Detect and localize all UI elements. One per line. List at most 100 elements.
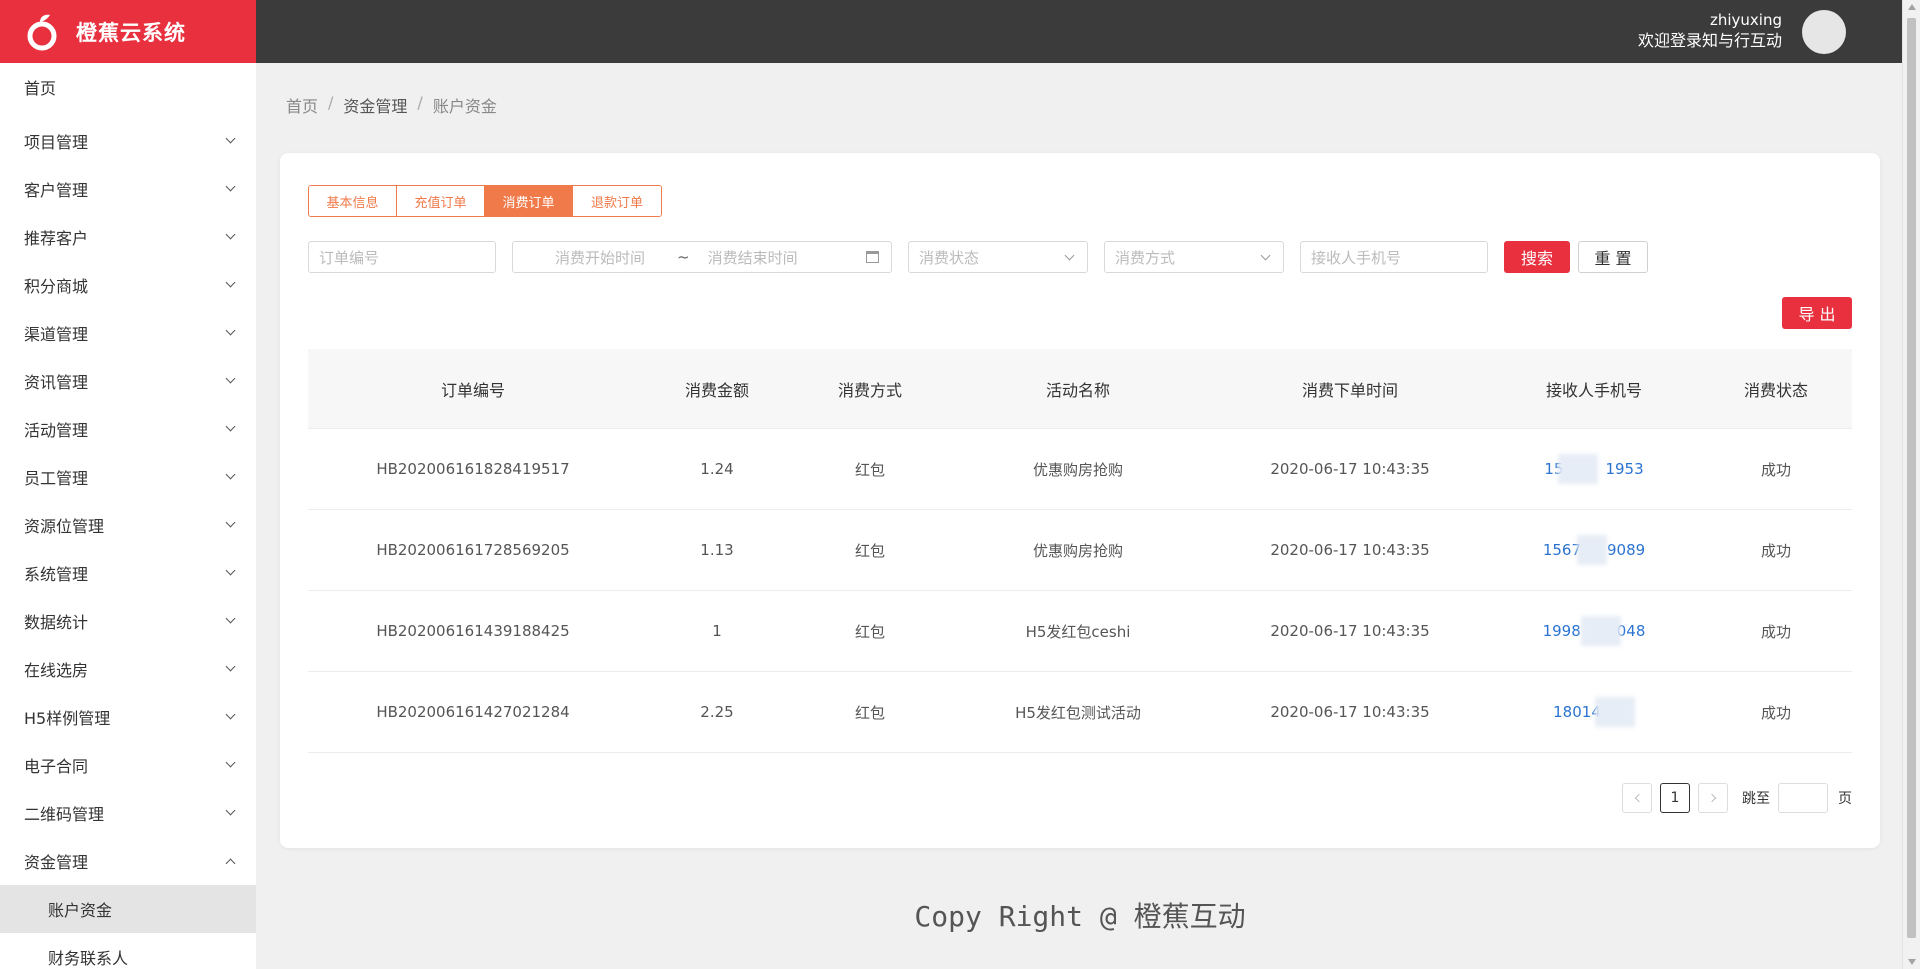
breadcrumb: 首页 / 资金管理 / 账户资金 [286,93,497,117]
time-cell: 2020-06-17 10:43:35 [1270,703,1430,721]
sidebar-item-h5-sample[interactable]: H5样例管理 [0,693,256,741]
chevron-down-icon [225,565,236,575]
method-cell: 红包 [854,622,885,641]
method-placeholder: 消费方式 [1115,248,1176,267]
sidebar-item-qrcode[interactable]: 二维码管理 [0,789,256,837]
tab-consumption-orders[interactable]: 消费订单 [485,186,573,216]
status-select[interactable]: 消费状态 [908,241,1088,273]
logo-icon [26,13,60,51]
welcome-text: 欢迎登录知与行互动 [1637,31,1782,50]
sidebar-item-label: 客户管理 [24,181,89,200]
phone-cell: 1567 9089 [1488,535,1700,565]
page-scrollbar[interactable] [1902,0,1920,969]
start-time-placeholder: 消费开始时间 [555,248,646,267]
redaction-blur [1595,697,1636,727]
order-no-input[interactable]: 订单编号 [308,241,496,273]
sidebar-item-label: 员工管理 [24,469,89,488]
sidebar-item-label: 二维码管理 [24,805,105,824]
search-button[interactable]: 搜索 [1504,241,1570,273]
footer-copyright: Copy Right @ 橙蕉互动 [914,900,1246,933]
phone-link[interactable]: 18014 [1553,697,1636,727]
date-range-picker[interactable]: 消费开始时间 ~ 消费结束时间 [512,241,892,273]
column-header: 接收人手机号 [1545,380,1642,400]
sidebar-item-channel[interactable]: 渠道管理 [0,309,256,357]
column-header: 消费金额 [684,380,749,400]
redaction-blur [1580,616,1621,646]
chevron-down-icon [225,229,236,239]
activity-cell: H5发红包测试活动 [1015,703,1141,722]
sidebar-item-system[interactable]: 系统管理 [0,549,256,597]
sidebar-subitem-finance-contact[interactable]: 财务联系人 [0,933,256,969]
chevron-down-icon [225,133,236,143]
sidebar-item-funds[interactable]: 资金管理 [0,837,256,885]
export-button[interactable]: 导 出 [1782,297,1852,329]
column-header: 消费下单时间 [1301,380,1398,400]
table-row: HB202006161828419517 1.24 红包 优惠购房抢购 2020… [308,429,1852,510]
scroll-thumb[interactable] [1907,18,1916,938]
amount-cell: 1.24 [700,460,734,478]
status-cell: 成功 [1760,541,1791,560]
sidebar-item-label: 在线选房 [24,661,89,680]
chevron-down-icon [225,277,236,287]
sidebar-item-activity[interactable]: 活动管理 [0,405,256,453]
tab-refund-orders[interactable]: 退款订单 [573,186,661,216]
jump-page-input[interactable] [1778,783,1828,813]
breadcrumb-separator: / [417,93,423,112]
sidebar-item-points-mall[interactable]: 积分商城 [0,261,256,309]
sidebar-item-statistics[interactable]: 数据统计 [0,597,256,645]
chevron-down-icon [225,757,236,767]
sidebar-item-online-house[interactable]: 在线选房 [0,645,256,693]
top-bar: zhiyuxing 欢迎登录知与行互动 [256,0,1902,63]
column-header: 订单编号 [440,380,505,400]
chevron-down-icon [225,661,236,671]
tab-recharge-orders[interactable]: 充值订单 [397,186,485,216]
pagination: 1 跳至 页 [1622,783,1852,813]
tab-basic-info[interactable]: 基本信息 [309,186,397,216]
sidebar-item-staff[interactable]: 员工管理 [0,453,256,501]
sidebar-item-resource[interactable]: 资源位管理 [0,501,256,549]
sidebar-item-contract[interactable]: 电子合同 [0,741,256,789]
chevron-right-icon [1707,793,1716,803]
prev-page-button[interactable] [1622,783,1652,813]
sidebar-item-home[interactable]: 首页 [0,63,256,111]
chevron-down-icon [225,613,236,623]
phone-suffix: 9089 [1607,541,1646,559]
sidebar-subitem-label: 账户资金 [48,901,113,920]
sidebar-item-project[interactable]: 项目管理 [0,117,256,165]
range-separator: ~ [677,248,690,266]
sidebar-item-label: H5样例管理 [24,709,111,728]
breadcrumb-home[interactable]: 首页 [286,93,318,117]
sidebar-item-referral[interactable]: 推荐客户 [0,213,256,261]
sidebar-item-label: 资金管理 [24,853,89,872]
breadcrumb-section[interactable]: 资金管理 [343,93,407,117]
next-page-button[interactable] [1698,783,1728,813]
phone-link[interactable]: 1567 9089 [1543,535,1646,565]
sidebar-subitem-account-funds[interactable]: 账户资金 [0,885,256,933]
order-tabs: 基本信息 充值订单 消费订单 退款订单 [308,185,662,217]
scroll-up-icon[interactable] [1908,4,1916,10]
phone-input[interactable]: 接收人手机号 [1300,241,1488,273]
scroll-down-icon[interactable] [1908,959,1916,965]
sidebar-item-label: 资讯管理 [24,373,89,392]
sidebar-item-label: 积分商城 [24,277,89,296]
sidebar-item-news[interactable]: 资讯管理 [0,357,256,405]
phone-link[interactable]: 1998 048 [1543,616,1645,646]
filter-bar: 订单编号 消费开始时间 ~ 消费结束时间 消费状态 消费方式 接收人手机号 搜索… [308,241,1648,273]
method-select[interactable]: 消费方式 [1104,241,1284,273]
sidebar-item-label: 系统管理 [24,565,89,584]
sidebar-item-label: 数据统计 [24,613,89,632]
orders-table: 订单编号 消费金额 消费方式 活动名称 消费下单时间 接收人手机号 消费状态 H… [308,349,1852,753]
reset-button[interactable]: 重 置 [1578,241,1648,273]
sidebar-item-label: 渠道管理 [24,325,89,344]
sidebar-item-customer[interactable]: 客户管理 [0,165,256,213]
activity-cell: 优惠购房抢购 [1032,541,1123,560]
chevron-down-icon [1064,250,1075,261]
phone-link[interactable]: 15 1953 [1544,454,1644,484]
chevron-up-icon [225,858,236,868]
sidebar: 首页 项目管理 客户管理 推荐客户 积分商城 渠道管理 资讯管理 活动管理 员工… [0,63,256,969]
page-number[interactable]: 1 [1660,783,1690,813]
avatar[interactable] [1802,10,1846,54]
status-cell: 成功 [1760,622,1791,641]
phone-suffix: 1953 [1605,460,1644,478]
status-placeholder: 消费状态 [919,248,980,267]
